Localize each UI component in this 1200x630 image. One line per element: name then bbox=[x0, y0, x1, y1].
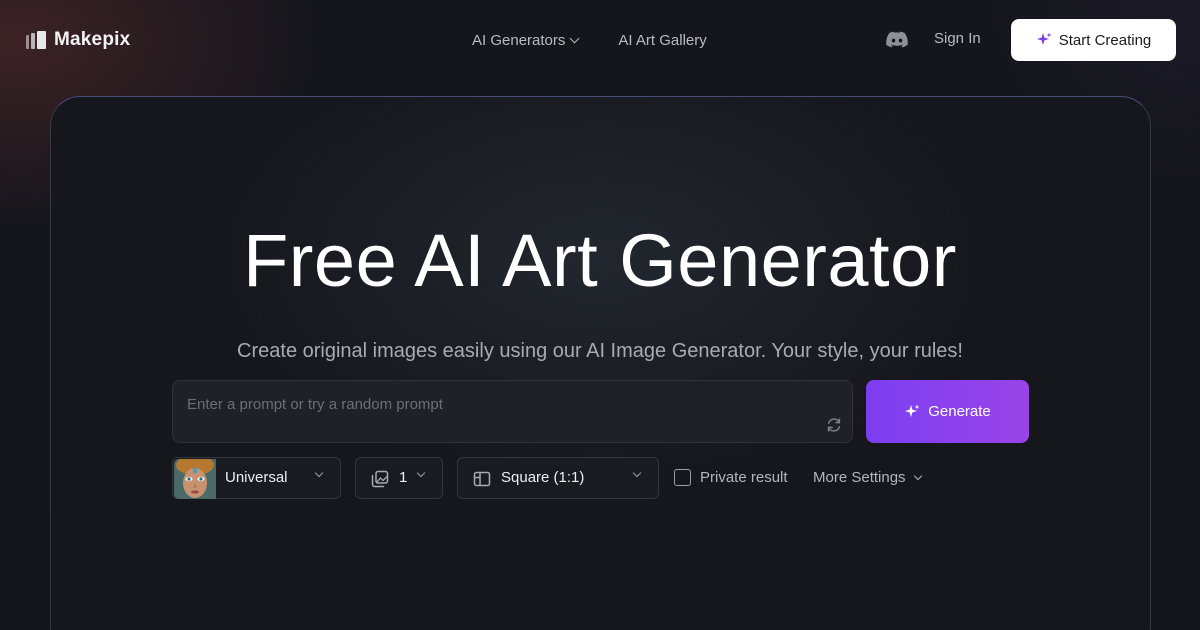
chevron-down-icon bbox=[569, 33, 580, 43]
aspect-ratio-label: Square (1:1) bbox=[501, 469, 585, 486]
sign-in-link[interactable]: Sign In bbox=[934, 30, 981, 47]
prompt-input[interactable] bbox=[187, 391, 807, 417]
discord-icon[interactable] bbox=[886, 30, 908, 50]
hero-subtitle: Create original images easily using our … bbox=[237, 340, 963, 362]
nav-ai-art-gallery[interactable]: AI Art Gallery bbox=[618, 29, 706, 51]
generate-label: Generate bbox=[928, 403, 991, 420]
model-thumbnail bbox=[174, 459, 216, 499]
private-result-checkbox[interactable] bbox=[674, 469, 691, 486]
start-creating-label: Start Creating bbox=[1058, 31, 1152, 49]
nav-ai-generators-label: AI Generators bbox=[472, 31, 566, 49]
more-settings-button[interactable]: More Settings bbox=[813, 469, 922, 486]
main-nav: AI Generators AI Art Gallery bbox=[472, 29, 707, 51]
hero-card bbox=[50, 96, 1151, 630]
hero-title: Free AI Art Generator bbox=[243, 219, 957, 302]
more-settings-label: More Settings bbox=[813, 469, 906, 486]
aspect-ratio-select[interactable]: Square (1:1) bbox=[457, 457, 659, 499]
aspect-ratio-icon bbox=[473, 471, 491, 487]
sparkle-icon bbox=[1036, 32, 1052, 45]
nav-ai-art-gallery-label: AI Art Gallery bbox=[618, 31, 707, 49]
nav-ai-generators[interactable]: AI Generators bbox=[472, 29, 580, 51]
start-creating-button[interactable]: Start Creating bbox=[1011, 19, 1176, 61]
refresh-icon[interactable] bbox=[825, 416, 843, 434]
image-count-select[interactable]: 1 bbox=[355, 457, 443, 499]
prompt-box bbox=[172, 380, 853, 443]
chevron-down-icon bbox=[416, 468, 426, 478]
chevron-down-icon bbox=[913, 471, 922, 480]
sparkle-icon bbox=[905, 404, 920, 417]
brand-logo[interactable]: Makepix bbox=[26, 27, 130, 53]
brand-name: Makepix bbox=[54, 29, 131, 50]
chevron-down-icon bbox=[632, 468, 642, 478]
private-result-label: Private result bbox=[700, 469, 788, 486]
model-select[interactable]: Universal bbox=[172, 457, 341, 499]
images-icon bbox=[371, 470, 389, 488]
chevron-down-icon bbox=[314, 468, 324, 478]
private-result-toggle[interactable]: Private result bbox=[674, 469, 788, 486]
image-count-label: 1 bbox=[399, 469, 408, 486]
generate-button[interactable]: Generate bbox=[866, 380, 1029, 443]
model-label: Universal bbox=[225, 469, 288, 486]
top-nav-bar: Makepix AI Generators AI Art Gallery Sig… bbox=[0, 0, 1200, 80]
logo-icon bbox=[26, 31, 46, 49]
